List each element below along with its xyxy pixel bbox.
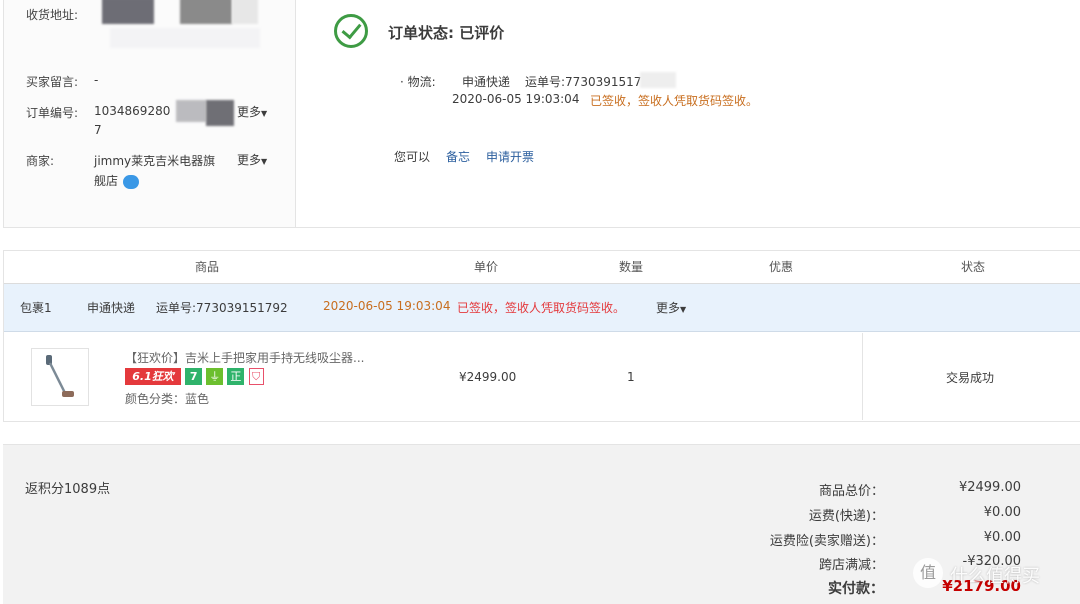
waybill-mosaic (640, 72, 676, 88)
product-title[interactable]: 【狂欢价】吉米上手把家用手持无线吸尘器... (125, 349, 364, 366)
genuine-badge: 正 (227, 368, 245, 385)
seller-label: 商家: (26, 154, 55, 168)
buyer-message-label: 买家留言: (26, 75, 79, 89)
logistics-time: 2020-06-05 19:03:04 (452, 92, 580, 106)
header-discount: 优惠 (769, 260, 794, 274)
address-label: 收货地址: (26, 8, 79, 22)
seller-name-line1[interactable]: jimmy莱克吉米电器旗 (94, 152, 215, 169)
actions-label: 您可以 (394, 150, 431, 164)
logistics-carrier: 申通快递 (462, 75, 511, 89)
package-sign-status: 已签收，签收人凭取货码签收。 (457, 301, 626, 315)
order-number-label: 订单编号: (26, 106, 79, 120)
seller-more-link[interactable]: 更多▼ (237, 151, 267, 168)
address-mosaic (102, 0, 154, 24)
order-number-mosaic (176, 100, 206, 122)
header-status: 状态 (961, 260, 986, 274)
order-number-value: 1034869280 (94, 104, 171, 118)
product-thumbnail[interactable] (31, 348, 89, 406)
logistics-label: · 物流: (400, 75, 436, 89)
summary-label-insurance: 运费险(卖家赠送)： (769, 534, 884, 549)
summary-label-shipping: 运费(快递)： (808, 509, 884, 524)
logistics-sign-status: 已签收，签收人凭取货码签收。 (590, 94, 759, 108)
buyer-message-value: - (94, 73, 99, 87)
address-mosaic (180, 0, 232, 24)
package-name: 包裹1 (20, 301, 52, 315)
package-waybill: 运单号:773039151792 (156, 301, 288, 315)
shield-icon: ⛉ (248, 368, 264, 385)
order-number-mosaic (206, 100, 234, 126)
seven-day-return-badge: 7 (185, 368, 203, 385)
product-quantity: 1 (627, 370, 635, 384)
caret-down-icon: ▼ (261, 109, 268, 118)
watermark-text: 什么值得买 (950, 566, 1040, 587)
watermark-logo: 值 (913, 558, 943, 588)
product-badges: 6.1狂欢 7 ⏚ 正 ⛉ (125, 368, 264, 385)
chat-bubble-icon[interactable] (123, 175, 139, 189)
order-status-title: 订单状态: 已评价 (388, 24, 505, 42)
address-mosaic (232, 0, 258, 24)
package-time: 2020-06-05 19:03:04 (323, 299, 451, 313)
paid-label: 实付款： (828, 581, 884, 597)
product-attribute: 颜色分类：蓝色 (125, 392, 210, 406)
trade-status: 交易成功 (946, 371, 995, 385)
summary-value-goods: ¥2499.00 (958, 480, 1021, 495)
plug-icon: ⏚ (206, 368, 224, 385)
order-number-tail: 7 (94, 123, 102, 137)
summary-value-insurance: ¥0.00 (983, 530, 1021, 545)
logistics-waybill: 运单号:7730391517 (525, 75, 642, 89)
check-circle-icon (334, 14, 368, 48)
summary-label-goods: 商品总价： (818, 484, 884, 499)
caret-down-icon: ▼ (261, 157, 268, 166)
vacuum-image (46, 355, 74, 397)
package-carrier: 申通快递 (87, 301, 136, 315)
memo-link[interactable]: 备忘 (446, 148, 470, 165)
header-quantity: 数量 (619, 260, 644, 274)
invoice-link[interactable]: 申请开票 (486, 148, 534, 165)
package-more-link[interactable]: 更多▼ (656, 299, 686, 316)
points-rebate: 返积分1089点 (25, 482, 111, 497)
header-goods: 商品 (195, 260, 220, 274)
sale-badge: 6.1狂欢 (125, 368, 181, 385)
caret-down-icon: ▼ (680, 305, 687, 314)
product-price: ¥2499.00 (459, 370, 517, 384)
summary-label-discount: 跨店满减： (818, 558, 884, 573)
column-divider (862, 333, 863, 420)
summary-value-shipping: ¥0.00 (983, 505, 1021, 520)
address-mosaic (110, 28, 260, 48)
header-price: 单价 (474, 260, 499, 274)
order-more-link[interactable]: 更多▼ (237, 103, 267, 120)
seller-name-line2[interactable]: 舰店 (94, 172, 118, 189)
